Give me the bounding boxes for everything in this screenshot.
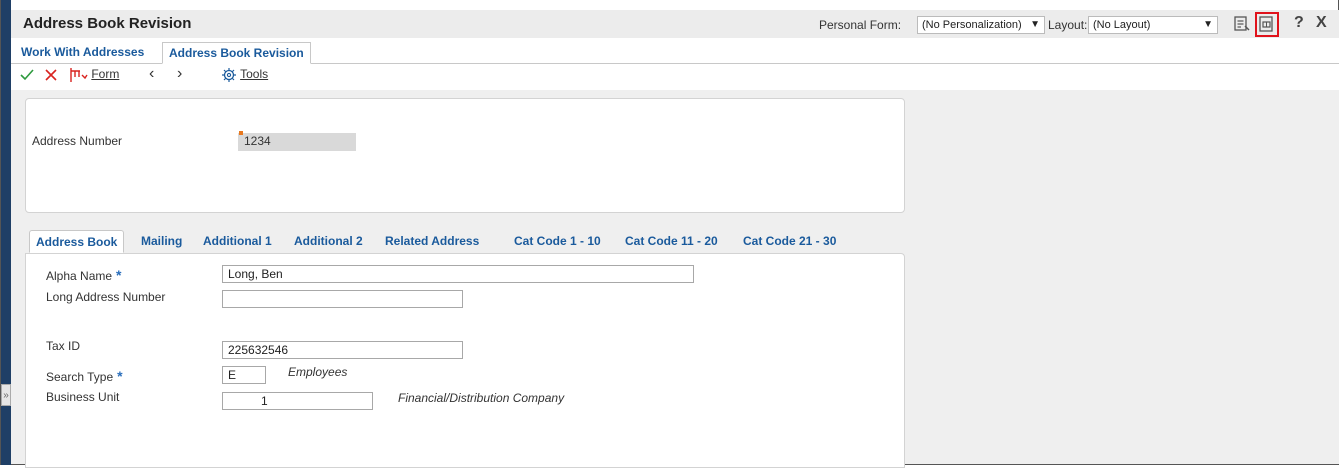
header-panel: Address Number 1234	[25, 98, 905, 213]
search-type-label: Search Type *	[46, 368, 123, 384]
layout-select[interactable]: (No Layout) ▼	[1088, 16, 1218, 34]
business-unit-description: Financial/Distribution Company	[398, 391, 565, 405]
alpha-name-input[interactable]: Long, Ben	[222, 265, 694, 283]
tab-address-book-revision[interactable]: Address Book Revision	[162, 42, 311, 64]
form-icon	[70, 68, 88, 82]
tab-cat-code-11-20[interactable]: Cat Code 11 - 20	[619, 230, 724, 253]
tab-cat-code-21-30[interactable]: Cat Code 21 - 30	[737, 230, 842, 253]
business-unit-label: Business Unit	[46, 390, 120, 404]
form-menu-button[interactable]: Form	[68, 66, 119, 84]
address-number-value: 1234	[244, 134, 271, 148]
form-content: Address Number 1234 Address Book Mailing…	[11, 90, 1339, 468]
personal-form-select[interactable]: (No Personalization) ▼	[917, 16, 1045, 34]
gear-icon	[222, 68, 236, 82]
tab-mailing[interactable]: Mailing	[135, 230, 188, 253]
required-icon: *	[117, 368, 123, 384]
tab-work-with-addresses[interactable]: Work With Addresses	[15, 42, 150, 64]
x-icon	[45, 69, 57, 81]
tax-id-input[interactable]: 225632546	[222, 341, 463, 359]
layout-label: Layout:	[1048, 18, 1088, 32]
address-book-panel: Alpha Name * Long, Ben Long Address Numbe…	[25, 253, 905, 468]
tab-cat-code-1-10[interactable]: Cat Code 1 - 10	[508, 230, 607, 253]
field-marker	[239, 131, 243, 135]
close-icon[interactable]: X	[1316, 14, 1327, 32]
ok-button[interactable]	[19, 67, 35, 86]
form-tabs: Work With Addresses Address Book Revisio…	[11, 38, 1339, 64]
notes-icon[interactable]	[1233, 15, 1251, 36]
chevron-down-icon: ▼	[1203, 19, 1213, 30]
app-window: » Address Book Revision Personal Form: (…	[0, 0, 1339, 468]
page-title: Address Book Revision	[23, 15, 192, 32]
checkmark-icon	[20, 69, 34, 81]
tab-additional-1[interactable]: Additional 1	[197, 230, 278, 253]
required-icon: *	[116, 267, 122, 283]
long-address-label: Long Address Number	[46, 290, 166, 304]
long-address-input[interactable]	[222, 290, 463, 308]
chevron-down-icon: ▼	[1030, 19, 1040, 30]
tab-address-book[interactable]: Address Book	[29, 230, 125, 253]
title-bar: Address Book Revision Personal Form: (No…	[11, 10, 1339, 38]
search-type-description: Employees	[288, 365, 348, 379]
personal-form-label: Personal Form:	[819, 18, 902, 32]
tab-additional-2[interactable]: Additional 2	[288, 230, 369, 253]
layout-value: (No Layout)	[1093, 19, 1151, 31]
form-menu-label: Form	[91, 67, 120, 82]
expand-panel-toggle[interactable]: »	[1, 384, 11, 406]
tools-menu-label: Tools	[240, 67, 269, 82]
address-number-field: 1234	[238, 131, 356, 151]
tab-related-address[interactable]: Related Address	[379, 230, 485, 253]
search-type-input[interactable]: E	[222, 366, 266, 384]
cancel-button[interactable]	[43, 67, 59, 86]
personal-form-value: (No Personalization)	[922, 19, 1022, 31]
toolbar: Form ‹ › Tools	[11, 64, 1339, 90]
tax-id-label: Tax ID	[46, 339, 81, 353]
tools-menu-button[interactable]: Tools	[221, 67, 268, 83]
detail-tabs: Address Book Mailing Additional 1 Additi…	[25, 230, 905, 254]
alpha-name-label: Alpha Name *	[46, 267, 122, 283]
export-icon[interactable]	[1258, 15, 1276, 36]
previous-icon[interactable]: ‹	[149, 65, 154, 83]
next-icon[interactable]: ›	[177, 65, 182, 83]
address-number-label: Address Number	[32, 134, 123, 148]
help-icon[interactable]: ?	[1294, 14, 1304, 32]
business-unit-input[interactable]: 1	[222, 392, 373, 410]
